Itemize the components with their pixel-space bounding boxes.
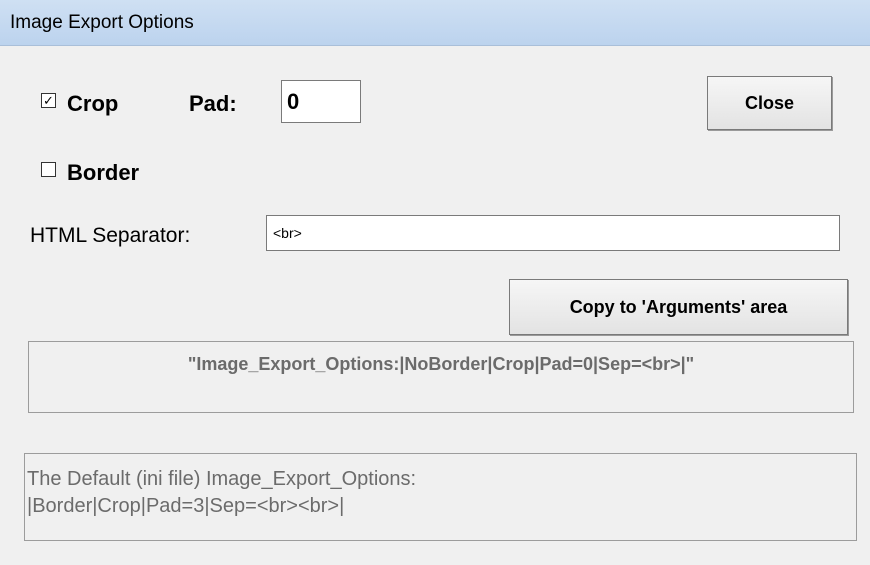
defaults-area: The Default (ini file) Image_Export_Opti… [24,453,857,541]
image-export-options-dialog: Image Export Options ✓ Crop Pad: Close B… [0,0,870,565]
border-label[interactable]: Border [67,160,139,186]
crop-checkbox[interactable]: ✓ [41,93,56,108]
check-mark-icon: ✓ [43,93,54,108]
defaults-line-2: |Border|Crop|Pad=3|Sep=<br><br>| [27,495,345,517]
arguments-text: "Image_Export_Options:|NoBorder|Crop|Pad… [187,354,695,374]
pad-input[interactable] [282,81,360,122]
border-checkbox[interactable] [41,162,56,177]
defaults-text: The Default (ini file) Image_Export_Opti… [27,466,416,520]
arguments-area: "Image_Export_Options:|NoBorder|Crop|Pad… [28,341,854,413]
copy-to-arguments-button[interactable]: Copy to 'Arguments' area [509,279,848,335]
crop-label[interactable]: Crop [67,91,118,117]
pad-label: Pad: [189,91,237,116]
pad-field[interactable] [281,80,361,123]
window-title: Image Export Options [10,12,194,33]
close-button[interactable]: Close [707,76,832,130]
title-bar[interactable]: Image Export Options [0,0,870,46]
defaults-line-1: The Default (ini file) Image_Export_Opti… [27,468,417,490]
separator-field[interactable] [266,215,840,251]
separator-input[interactable] [267,216,839,250]
html-separator-label: HTML Separator: [30,224,191,247]
